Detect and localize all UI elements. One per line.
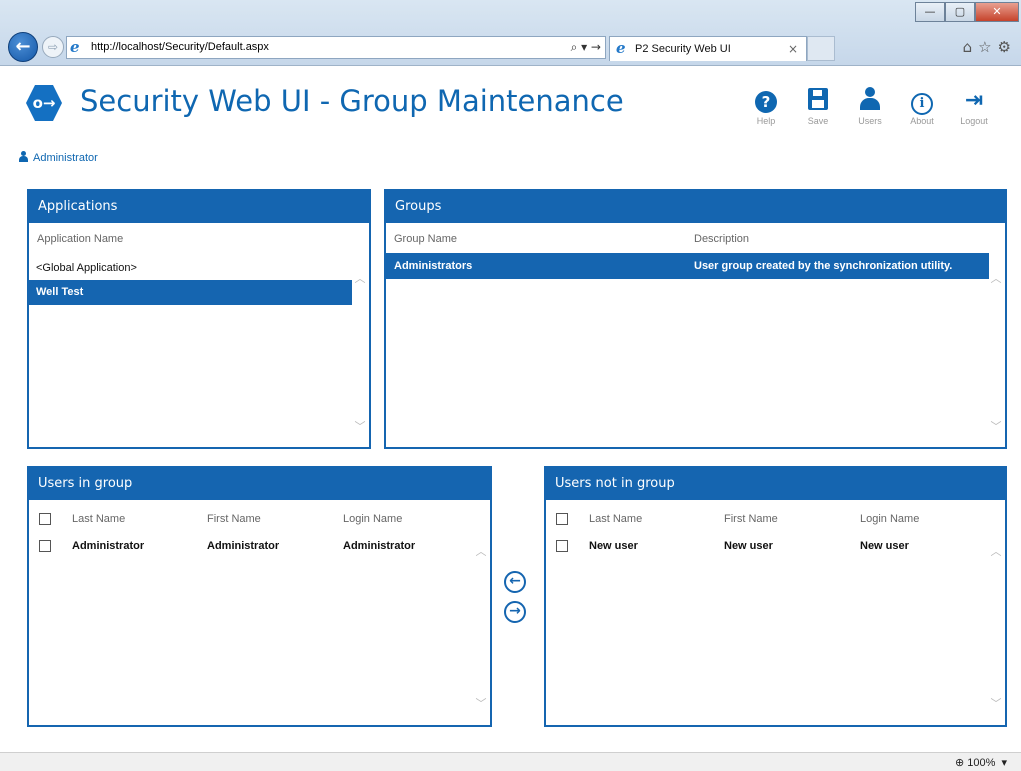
add-to-group-button[interactable]: ← <box>504 571 526 593</box>
select-all-checkbox[interactable] <box>556 513 568 525</box>
remove-from-group-button[interactable]: → <box>504 601 526 623</box>
users-button[interactable]: Users <box>844 84 896 126</box>
tab-title: P2 Security Web UI <box>635 43 731 55</box>
help-icon: ? <box>755 91 777 113</box>
login-name-cell[interactable]: Administrator <box>343 540 415 552</box>
list-item-global-application[interactable]: <Global Application> <box>29 257 352 279</box>
search-refresh-icons[interactable]: ⌕ ▾ → <box>571 40 601 55</box>
window-controls: — ▢ ✕ <box>915 2 1019 22</box>
tab-close-icon[interactable]: × <box>788 42 798 56</box>
table-row-administrators[interactable]: Administrators User group created by the… <box>386 253 989 279</box>
column-last-name: Last Name <box>589 513 643 525</box>
last-name-cell[interactable]: Administrator <box>72 540 144 552</box>
applications-header: Applications <box>29 191 369 223</box>
app-toolbar: ? Help Save Users i About ⇥ Logout <box>740 84 1000 126</box>
zoom-level: 100% <box>967 757 996 769</box>
users-in-group-header: Users in group <box>29 468 490 500</box>
first-name-cell[interactable]: Administrator <box>207 540 279 552</box>
info-icon: i <box>911 93 933 115</box>
column-login-name: Login Name <box>343 513 403 525</box>
scroll-up-icon[interactable]: ︿ <box>990 546 1002 558</box>
row-checkbox[interactable] <box>556 540 568 552</box>
maximize-button[interactable]: ▢ <box>945 2 975 22</box>
column-application-name: Application Name <box>37 233 124 245</box>
browser-tab[interactable]: e P2 Security Web UI × <box>609 36 807 61</box>
browser-titlebar: — ▢ ✕ ← ⇨ e http://localhost/Security/De… <box>0 0 1021 66</box>
arrow-left-circle-icon: ← <box>509 573 521 589</box>
favorites-star-icon[interactable]: ☆ <box>978 38 997 56</box>
page-title: Security Web UI - Group Maintenance <box>80 84 624 118</box>
list-item-well-test[interactable]: Well Test <box>29 280 352 305</box>
browser-statusbar: ⊕ 100% ▾ <box>0 752 1021 771</box>
column-group-name: Group Name <box>394 233 457 245</box>
groups-header: Groups <box>386 191 1005 223</box>
app-logo-key-icon: o→ <box>26 85 62 121</box>
scroll-down-icon[interactable]: ﹀ <box>990 698 1002 710</box>
users-not-in-group-header: Users not in group <box>546 468 1005 500</box>
users-label: Users <box>858 116 882 126</box>
arrow-right-circle-icon: → <box>509 603 521 619</box>
group-description-cell: User group created by the synchronizatio… <box>694 260 953 272</box>
address-text[interactable]: http://localhost/Security/Default.aspx <box>91 41 269 53</box>
minimize-button[interactable]: — <box>915 2 945 22</box>
help-label: Help <box>756 116 776 126</box>
users-in-group-panel: Users in group Last Name First Name Logi… <box>27 466 492 727</box>
column-last-name: Last Name <box>72 513 126 525</box>
scroll-up-icon[interactable]: ︿ <box>475 546 487 558</box>
gear-icon[interactable]: ⚙ <box>998 38 1017 56</box>
save-icon <box>808 88 828 110</box>
user-icon <box>18 151 29 162</box>
users-not-in-group-panel: Users not in group Last Name First Name … <box>544 466 1007 727</box>
browser-toolbar-icons: ⌂☆⚙ <box>963 38 1017 56</box>
scroll-up-icon[interactable]: ︿ <box>990 273 1002 285</box>
save-label: Save <box>807 116 829 126</box>
group-name-cell: Administrators <box>394 260 473 272</box>
forward-button[interactable]: ⇨ <box>42 36 64 58</box>
column-description: Description <box>694 233 750 245</box>
arrow-right-icon: ⇨ <box>47 40 59 54</box>
current-user-name: Administrator <box>33 152 98 164</box>
ie-tab-icon: e <box>616 39 626 57</box>
logout-button[interactable]: ⇥ Logout <box>948 84 1000 126</box>
current-user: Administrator <box>18 150 98 164</box>
groups-panel: Groups Group Name Description Administra… <box>384 189 1007 449</box>
new-tab-button[interactable] <box>807 36 835 61</box>
save-button[interactable]: Save <box>792 84 844 126</box>
about-button[interactable]: i About <box>896 84 948 126</box>
last-name-cell[interactable]: New user <box>589 540 638 552</box>
arrow-left-icon: ← <box>15 36 31 57</box>
chevron-down-icon: ▾ <box>998 757 1007 769</box>
zoom-icon: ⊕ <box>954 757 965 769</box>
logout-label: Logout <box>960 116 988 126</box>
address-bar[interactable]: e http://localhost/Security/Default.aspx… <box>66 36 606 59</box>
first-name-cell[interactable]: New user <box>724 540 773 552</box>
close-window-button[interactable]: ✕ <box>975 2 1019 22</box>
column-first-name: First Name <box>724 513 778 525</box>
row-checkbox[interactable] <box>39 540 51 552</box>
scroll-up-icon[interactable]: ︿ <box>354 273 366 285</box>
select-all-checkbox[interactable] <box>39 513 51 525</box>
column-first-name: First Name <box>207 513 261 525</box>
login-name-cell[interactable]: New user <box>860 540 909 552</box>
back-button[interactable]: ← <box>8 32 38 62</box>
about-label: About <box>910 116 934 126</box>
scroll-down-icon[interactable]: ﹀ <box>990 421 1002 433</box>
column-login-name: Login Name <box>860 513 920 525</box>
applications-panel: Applications Application Name <Global Ap… <box>27 189 371 449</box>
help-button[interactable]: ? Help <box>740 84 792 126</box>
scroll-down-icon[interactable]: ﹀ <box>354 421 366 433</box>
zoom-control[interactable]: ⊕ 100% ▾ <box>955 756 1007 769</box>
scroll-down-icon[interactable]: ﹀ <box>475 698 487 710</box>
logout-icon: ⇥ <box>964 88 984 113</box>
home-icon[interactable]: ⌂ <box>963 38 979 56</box>
ie-page-icon: e <box>70 38 80 56</box>
users-icon <box>859 87 881 111</box>
